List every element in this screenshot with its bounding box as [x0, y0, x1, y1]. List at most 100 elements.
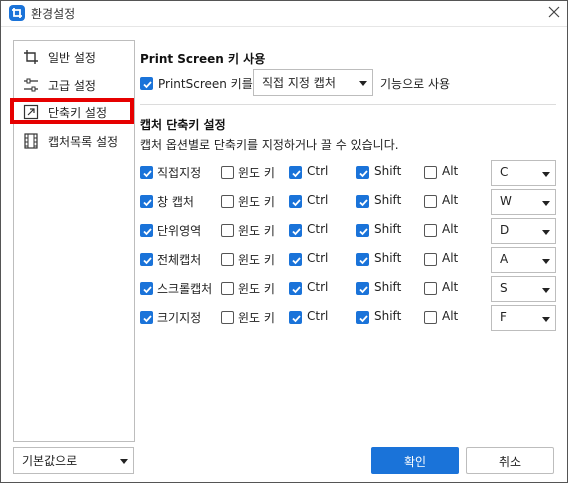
ctrl-checkbox[interactable]: [289, 282, 302, 295]
enable-checkbox[interactable]: [140, 311, 153, 324]
key-select[interactable]: F: [491, 305, 556, 331]
enable-checkbox[interactable]: [140, 195, 153, 208]
shortcut-name-label: 직접지정: [157, 166, 202, 180]
win-checkbox[interactable]: [221, 195, 234, 208]
chevron-down-icon: [542, 259, 550, 264]
alt-checkbox[interactable]: [424, 166, 437, 179]
shift-label: Shift: [374, 309, 402, 323]
shift-checkbox[interactable]: [356, 166, 369, 179]
defaults-select-value: 기본값으로: [22, 454, 78, 468]
ok-button[interactable]: 확인: [371, 447, 459, 474]
ctrl-label: Ctrl: [307, 222, 329, 236]
sliders-icon: [23, 77, 39, 93]
win-label: 윈도 키: [238, 195, 275, 209]
shortcut-name-label: 전체캡처: [157, 253, 202, 267]
ctrl-checkbox[interactable]: [289, 311, 302, 324]
key-select[interactable]: W: [491, 189, 556, 215]
alt-checkbox[interactable]: [424, 195, 437, 208]
win-label: 윈도 키: [238, 166, 275, 180]
key-select[interactable]: A: [491, 247, 556, 273]
win-label: 윈도 키: [238, 311, 275, 325]
print-screen-suffix: 기능으로 사용: [380, 77, 451, 91]
crop-icon: [23, 49, 39, 65]
enable-checkbox[interactable]: [140, 253, 153, 266]
enable-checkbox[interactable]: [140, 166, 153, 179]
chevron-down-icon: [542, 230, 550, 235]
key-select-value: D: [500, 223, 510, 237]
shift-label: Shift: [374, 164, 402, 178]
print-screen-label: PrintScreen 키를: [158, 77, 253, 91]
sidebar-item-advanced[interactable]: 고급 설정: [14, 74, 134, 96]
alt-checkbox[interactable]: [424, 253, 437, 266]
ctrl-checkbox[interactable]: [289, 224, 302, 237]
print-screen-select-value: 직접 지정 캡처: [262, 76, 336, 90]
win-checkbox[interactable]: [221, 224, 234, 237]
shortcut-name-label: 창 캡처: [157, 195, 194, 209]
key-select[interactable]: S: [491, 276, 556, 302]
ctrl-checkbox[interactable]: [289, 195, 302, 208]
sidebar-item-label: 일반 설정: [48, 51, 96, 65]
key-select-value: S: [500, 281, 508, 295]
chevron-down-icon: [542, 201, 550, 206]
chevron-down-icon: [542, 172, 550, 177]
print-screen-checkbox[interactable]: [140, 77, 153, 90]
sidebar-item-capture-list[interactable]: 캡처목록 설정: [14, 130, 134, 152]
key-select[interactable]: C: [491, 160, 556, 186]
alt-checkbox[interactable]: [424, 282, 437, 295]
enable-checkbox[interactable]: [140, 224, 153, 237]
ctrl-label: Ctrl: [307, 164, 329, 178]
shortcut-description: 캡처 옵션별로 단축키를 지정하거나 끌 수 있습니다.: [140, 138, 399, 152]
shortcut-name-label: 크기지정: [157, 311, 202, 325]
alt-label: Alt: [442, 164, 459, 178]
alt-label: Alt: [442, 280, 459, 294]
filmstrip-icon: [23, 133, 39, 149]
win-checkbox[interactable]: [221, 253, 234, 266]
key-select-value: W: [500, 194, 512, 208]
sidebar-item-general[interactable]: 일반 설정: [14, 46, 134, 68]
shift-checkbox[interactable]: [356, 224, 369, 237]
shift-checkbox[interactable]: [356, 282, 369, 295]
ctrl-checkbox[interactable]: [289, 166, 302, 179]
defaults-select[interactable]: 기본값으로: [13, 447, 134, 474]
shift-label: Shift: [374, 193, 402, 207]
shift-checkbox[interactable]: [356, 311, 369, 324]
shortcut-name-label: 스크롤캡처: [157, 282, 213, 296]
cancel-button[interactable]: 취소: [466, 447, 554, 474]
shift-label: Shift: [374, 222, 402, 236]
window-title: 환경설정: [31, 7, 76, 21]
key-select[interactable]: D: [491, 218, 556, 244]
sidebar-item-label: 고급 설정: [48, 79, 96, 93]
key-select-value: F: [500, 310, 507, 324]
shortcut-section-title: 캡처 단축키 설정: [140, 118, 226, 132]
alt-checkbox[interactable]: [424, 311, 437, 324]
alt-label: Alt: [442, 222, 459, 236]
key-select-value: C: [500, 165, 509, 179]
title-separator: [1, 26, 567, 27]
chevron-down-icon: [120, 459, 128, 464]
alt-label: Alt: [442, 309, 459, 323]
win-checkbox[interactable]: [221, 166, 234, 179]
chevron-down-icon: [542, 288, 550, 293]
chevron-down-icon: [359, 81, 367, 86]
win-label: 윈도 키: [238, 224, 275, 238]
cancel-button-label: 취소: [498, 455, 522, 469]
alt-label: Alt: [442, 193, 459, 207]
ctrl-label: Ctrl: [307, 309, 329, 323]
enable-checkbox[interactable]: [140, 282, 153, 295]
section-divider: [140, 104, 556, 105]
close-icon[interactable]: [547, 5, 561, 19]
ctrl-checkbox[interactable]: [289, 253, 302, 266]
shift-checkbox[interactable]: [356, 195, 369, 208]
shortcut-name-label: 단위영역: [157, 224, 202, 238]
app-logo-icon: [9, 5, 25, 21]
sidebar-item-label: 캡처목록 설정: [48, 135, 119, 149]
shift-label: Shift: [374, 251, 402, 265]
title-bar: 환경설정: [1, 1, 567, 25]
shift-checkbox[interactable]: [356, 253, 369, 266]
win-checkbox[interactable]: [221, 282, 234, 295]
win-checkbox[interactable]: [221, 311, 234, 324]
alt-checkbox[interactable]: [424, 224, 437, 237]
ctrl-label: Ctrl: [307, 280, 329, 294]
print-screen-select[interactable]: 직접 지정 캡처: [253, 69, 373, 96]
win-label: 윈도 키: [238, 282, 275, 296]
